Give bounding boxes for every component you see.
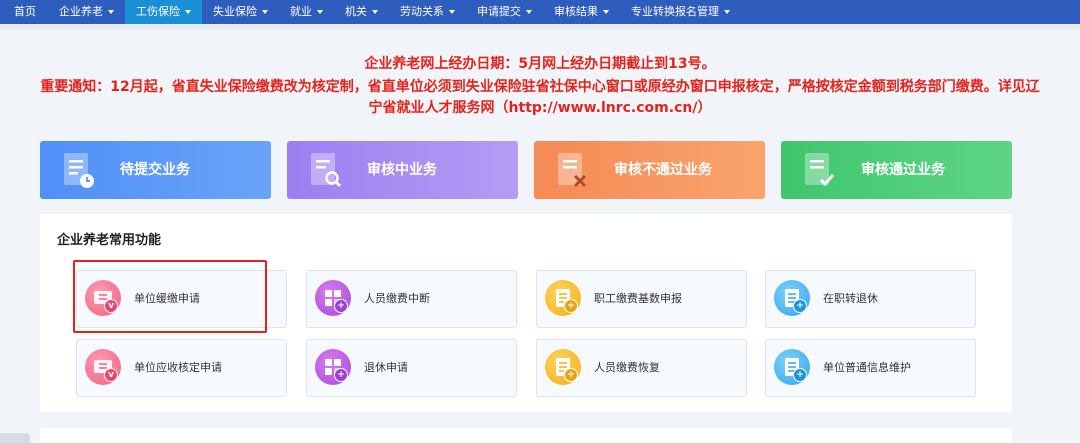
nav-label: 申请提交 <box>477 5 521 18</box>
nav-label: 失业保险 <box>213 5 257 18</box>
function-retirement-application[interactable]: + 退休申请 <box>306 339 517 397</box>
nav-government[interactable]: 机关 <box>334 0 389 24</box>
caret-down-icon <box>603 10 609 14</box>
nav-label: 审核结果 <box>554 5 598 18</box>
function-unit-receivable-verification[interactable]: v 单位应收核定申请 <box>76 339 287 397</box>
nav-submit-application[interactable]: 申请提交 <box>466 0 543 24</box>
document-check-icon <box>805 153 835 187</box>
function-label: 人员缴费恢复 <box>594 361 660 374</box>
plus-icon: + <box>334 368 348 382</box>
function-active-to-retirement[interactable]: + 在职转退休 <box>765 270 976 328</box>
caret-down-icon <box>526 10 532 14</box>
page-top-divider <box>0 24 1080 29</box>
function-personnel-payment-resumption[interactable]: + 人员缴费恢复 <box>536 339 747 397</box>
plus-icon: + <box>793 299 807 313</box>
plus-icon: + <box>793 368 807 382</box>
plus-icon: + <box>564 299 578 313</box>
nav-label: 机关 <box>345 5 367 18</box>
nav-unemployment-insurance[interactable]: 失业保险 <box>202 0 279 24</box>
card-label: 审核通过业务 <box>861 162 945 178</box>
top-nav-bar: 首页 企业养老 工伤保险 失业保险 就业 机关 劳动关系 申请提交 审核结果 专… <box>0 0 1080 24</box>
function-label: 在职转退休 <box>823 292 878 305</box>
card-review-rejected[interactable]: 审核不通过业务 <box>534 141 765 199</box>
caret-down-icon <box>449 10 455 14</box>
caret-down-icon <box>317 10 323 14</box>
notice-block: 企业养老网上经办日期：5月网上经办日期截止到13号。 重要通知：12月起，省直失… <box>0 54 1080 119</box>
status-card-row: 待提交业务 审核中业务 审核不通过业务 审核通过业务 <box>40 141 1012 199</box>
panel-title: 企业养老常用功能 <box>57 233 162 248</box>
document-search-icon <box>311 153 342 188</box>
card-label: 审核不通过业务 <box>614 162 712 178</box>
nav-label: 工伤保险 <box>136 5 180 18</box>
chevron-down-icon: v <box>104 368 118 382</box>
function-label: 职工缴费基数申报 <box>594 292 682 305</box>
nav-label: 首页 <box>14 5 36 18</box>
notice-line-2: 重要通知：12月起，省直失业保险缴费改为核定制，省直单位必须到失业保险驻省社保中… <box>40 79 1040 116</box>
nav-review-results[interactable]: 审核结果 <box>543 0 620 24</box>
nav-labor-relations[interactable]: 劳动关系 <box>389 0 466 24</box>
next-panel-edge <box>40 428 1012 443</box>
card-label: 待提交业务 <box>120 162 190 178</box>
function-label: 人员缴费中断 <box>364 292 430 305</box>
plus-icon: + <box>334 299 348 313</box>
caret-down-icon <box>372 10 378 14</box>
nav-label: 劳动关系 <box>400 5 444 18</box>
nav-label: 专业转换报名管理 <box>631 5 719 18</box>
plus-icon: + <box>564 368 578 382</box>
card-under-review[interactable]: 审核中业务 <box>287 141 518 199</box>
caret-down-icon <box>262 10 268 14</box>
nav-work-injury-insurance[interactable]: 工伤保险 <box>125 0 202 24</box>
function-label: 单位普通信息维护 <box>823 361 911 374</box>
caret-down-icon <box>185 10 191 14</box>
nav-label: 就业 <box>290 5 312 18</box>
function-label: 退休申请 <box>364 361 408 374</box>
nav-label: 企业养老 <box>59 5 103 18</box>
highlight-box <box>73 260 267 333</box>
card-label: 审核中业务 <box>367 162 437 178</box>
nav-major-transfer-management[interactable]: 专业转换报名管理 <box>620 0 741 24</box>
function-unit-info-maintenance[interactable]: + 单位普通信息维护 <box>765 339 976 397</box>
caret-down-icon <box>108 10 114 14</box>
scroll-corner <box>0 433 30 443</box>
card-review-approved[interactable]: 审核通过业务 <box>781 141 1012 199</box>
document-clock-icon <box>64 153 94 188</box>
function-label: 单位应收核定申请 <box>134 361 222 374</box>
nav-enterprise-pension[interactable]: 企业养老 <box>48 0 125 24</box>
nav-employment[interactable]: 就业 <box>279 0 334 24</box>
notice-line-1: 企业养老网上经办日期：5月网上经办日期截止到13号。 <box>364 56 716 72</box>
function-personnel-payment-suspension[interactable]: + 人员缴费中断 <box>306 270 517 328</box>
function-contribution-base-declaration[interactable]: + 职工缴费基数申报 <box>536 270 747 328</box>
card-pending-submission[interactable]: 待提交业务 <box>40 141 271 199</box>
nav-home[interactable]: 首页 <box>0 0 48 24</box>
caret-down-icon <box>724 10 730 14</box>
document-x-icon <box>558 153 587 188</box>
